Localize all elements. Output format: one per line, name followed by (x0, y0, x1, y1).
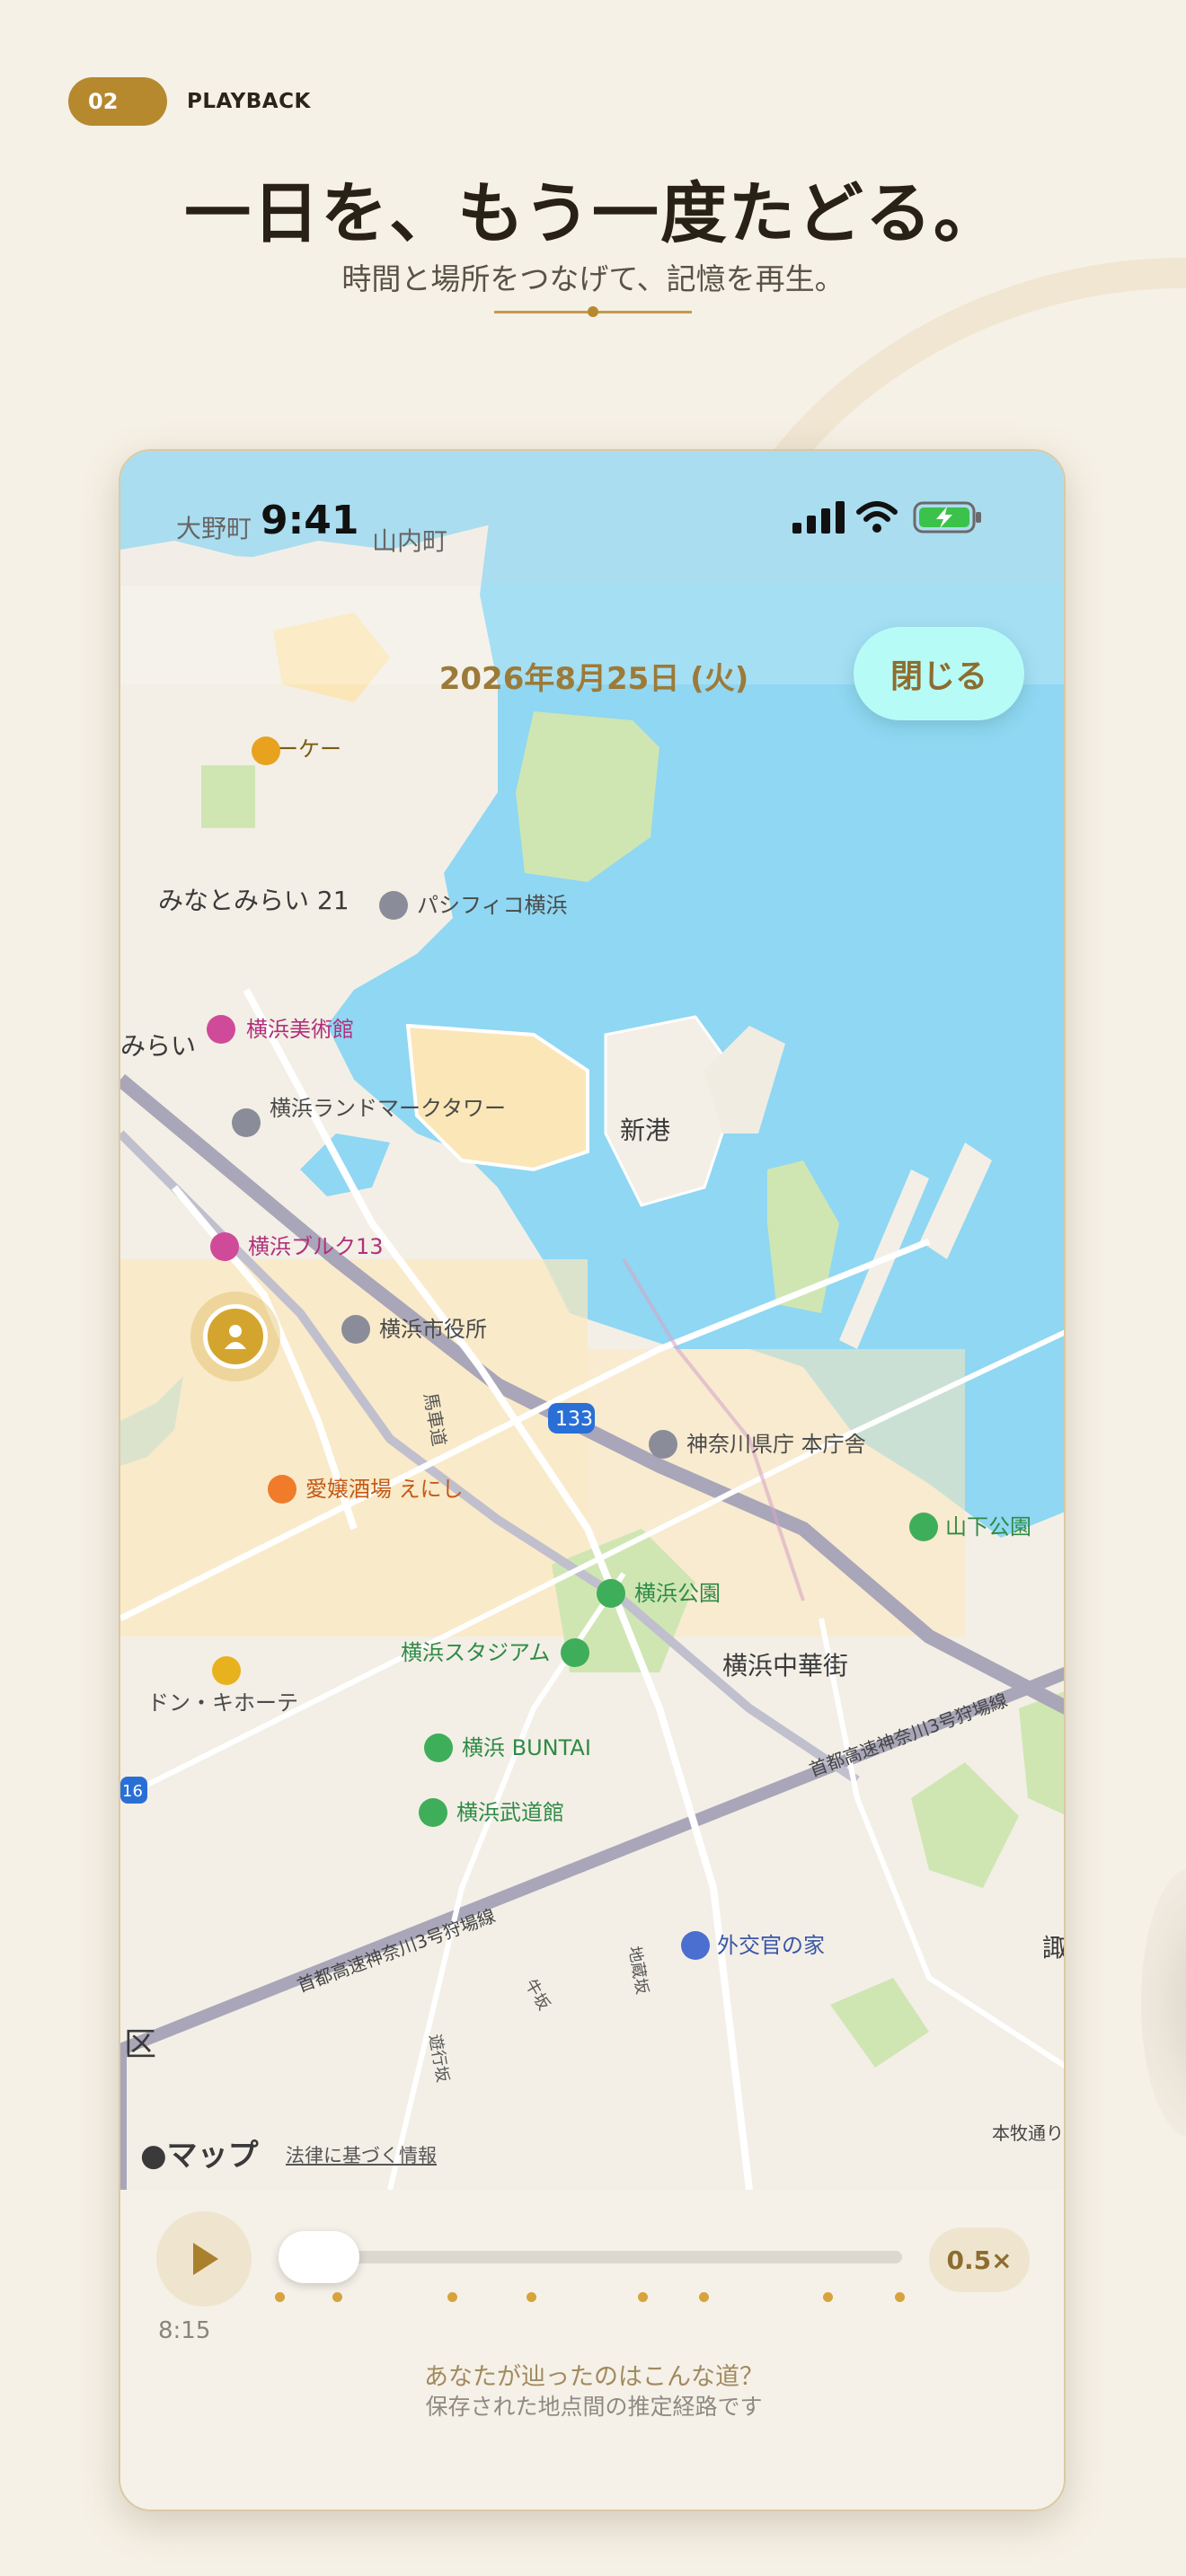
status-time: 9:41 (261, 498, 359, 543)
timeline-marker (527, 2292, 536, 2302)
current-time-label: 8:15 (158, 2317, 211, 2344)
person-icon (225, 1325, 246, 1349)
close-button[interactable]: 閉じる (854, 627, 1024, 720)
timeline-marker (275, 2292, 285, 2302)
map-label-honmoku: 本牧通り (992, 2122, 1064, 2144)
map-label-suwa: 諏 (1042, 1933, 1066, 1963)
route-16-sign: 16 (122, 1782, 143, 1801)
map-label-budokan: 横浜武道館 (456, 1800, 564, 1825)
map-label-buntai: 横浜 BUNTAI (462, 1735, 591, 1760)
play-icon (193, 2243, 218, 2275)
route-caption-subtitle: 保存された地点間の推定経路です (425, 2394, 763, 2420)
speed-button[interactable]: 0.5× (929, 2228, 1030, 2292)
map-label-gaikoukan: 外交官の家 (717, 1933, 825, 1958)
map-label-museum: 横浜美術館 (246, 1017, 354, 1042)
map-label-donki: ドン・キホーテ (147, 1690, 298, 1716)
play-button[interactable] (156, 2211, 252, 2307)
current-location-pin[interactable] (203, 1304, 268, 1369)
wifi-icon (856, 501, 898, 533)
map-label-ehime: 愛嬢酒場 えにし (305, 1477, 464, 1502)
phone-frame: 大野町 山内町 オーケー みなとみらい 21 みらい パシフィコ横浜 横浜美術館… (119, 449, 1066, 2511)
section-label: PLAYBACK (187, 90, 311, 113)
map-label-bulk13: 横浜ブルク13 (248, 1234, 384, 1259)
map-label-cityhall: 横浜市役所 (379, 1317, 487, 1342)
legal-link[interactable]: 法律に基づく情報 (286, 2141, 437, 2168)
cellular-signal-icon (792, 501, 845, 534)
timeline-marker (699, 2292, 709, 2302)
status-bar: 9:41 (120, 451, 1064, 586)
map-label-chinatown: 横浜中華街 (722, 1651, 848, 1681)
section-number-badge: 02 (68, 77, 167, 126)
map-label-minatomirai: みなとみらい 21 (158, 886, 350, 915)
map-label-pacifico: パシフィコ横浜 (417, 893, 568, 918)
map-label-yokohama-park: 横浜公園 (634, 1581, 721, 1606)
route-caption-title: あなたが辿ったのはこんな道？ (424, 2363, 764, 2391)
map-label-prefecture: 神奈川県庁 本庁舎 (686, 1432, 866, 1457)
timeline-marker (895, 2292, 905, 2302)
headline: 一日を、もう一度たどる。 (184, 175, 1002, 252)
timeline-marker (332, 2292, 342, 2302)
map-label-stadium: 横浜スタジアム (401, 1640, 550, 1665)
side-shadow-blob (1141, 1868, 1186, 2138)
battery-charging-icon (913, 501, 981, 534)
timeline-thumb[interactable] (279, 2231, 359, 2283)
timeline-marker (447, 2292, 457, 2302)
timeline-marker (823, 2292, 833, 2302)
map-label-yamashita: 山下公園 (945, 1514, 1031, 1539)
map-label-landmark: 横浜ランドマークタワー (270, 1096, 506, 1121)
map-label-shinko: 新港 (620, 1116, 670, 1145)
timeline-marker (638, 2292, 648, 2302)
map-attribution-text: マップ (166, 2138, 259, 2174)
subheadline: 時間と場所をつなげて、記憶を再生。 (341, 261, 845, 296)
apple-logo-icon: ● (140, 2138, 167, 2174)
route-133-sign: 133 (555, 1408, 593, 1431)
map-attribution: ●マップ (140, 2130, 259, 2175)
timeline-track[interactable] (282, 2251, 902, 2263)
map-label-ku: 区 (124, 2026, 156, 2063)
divider-dot (588, 306, 598, 317)
playback-controls: 0.5× 8:15 あなたが辿ったのはこんな道？ 保存された地点間の推定経路です (120, 2190, 1064, 2510)
map-label-mirai: みらい (120, 1031, 196, 1061)
